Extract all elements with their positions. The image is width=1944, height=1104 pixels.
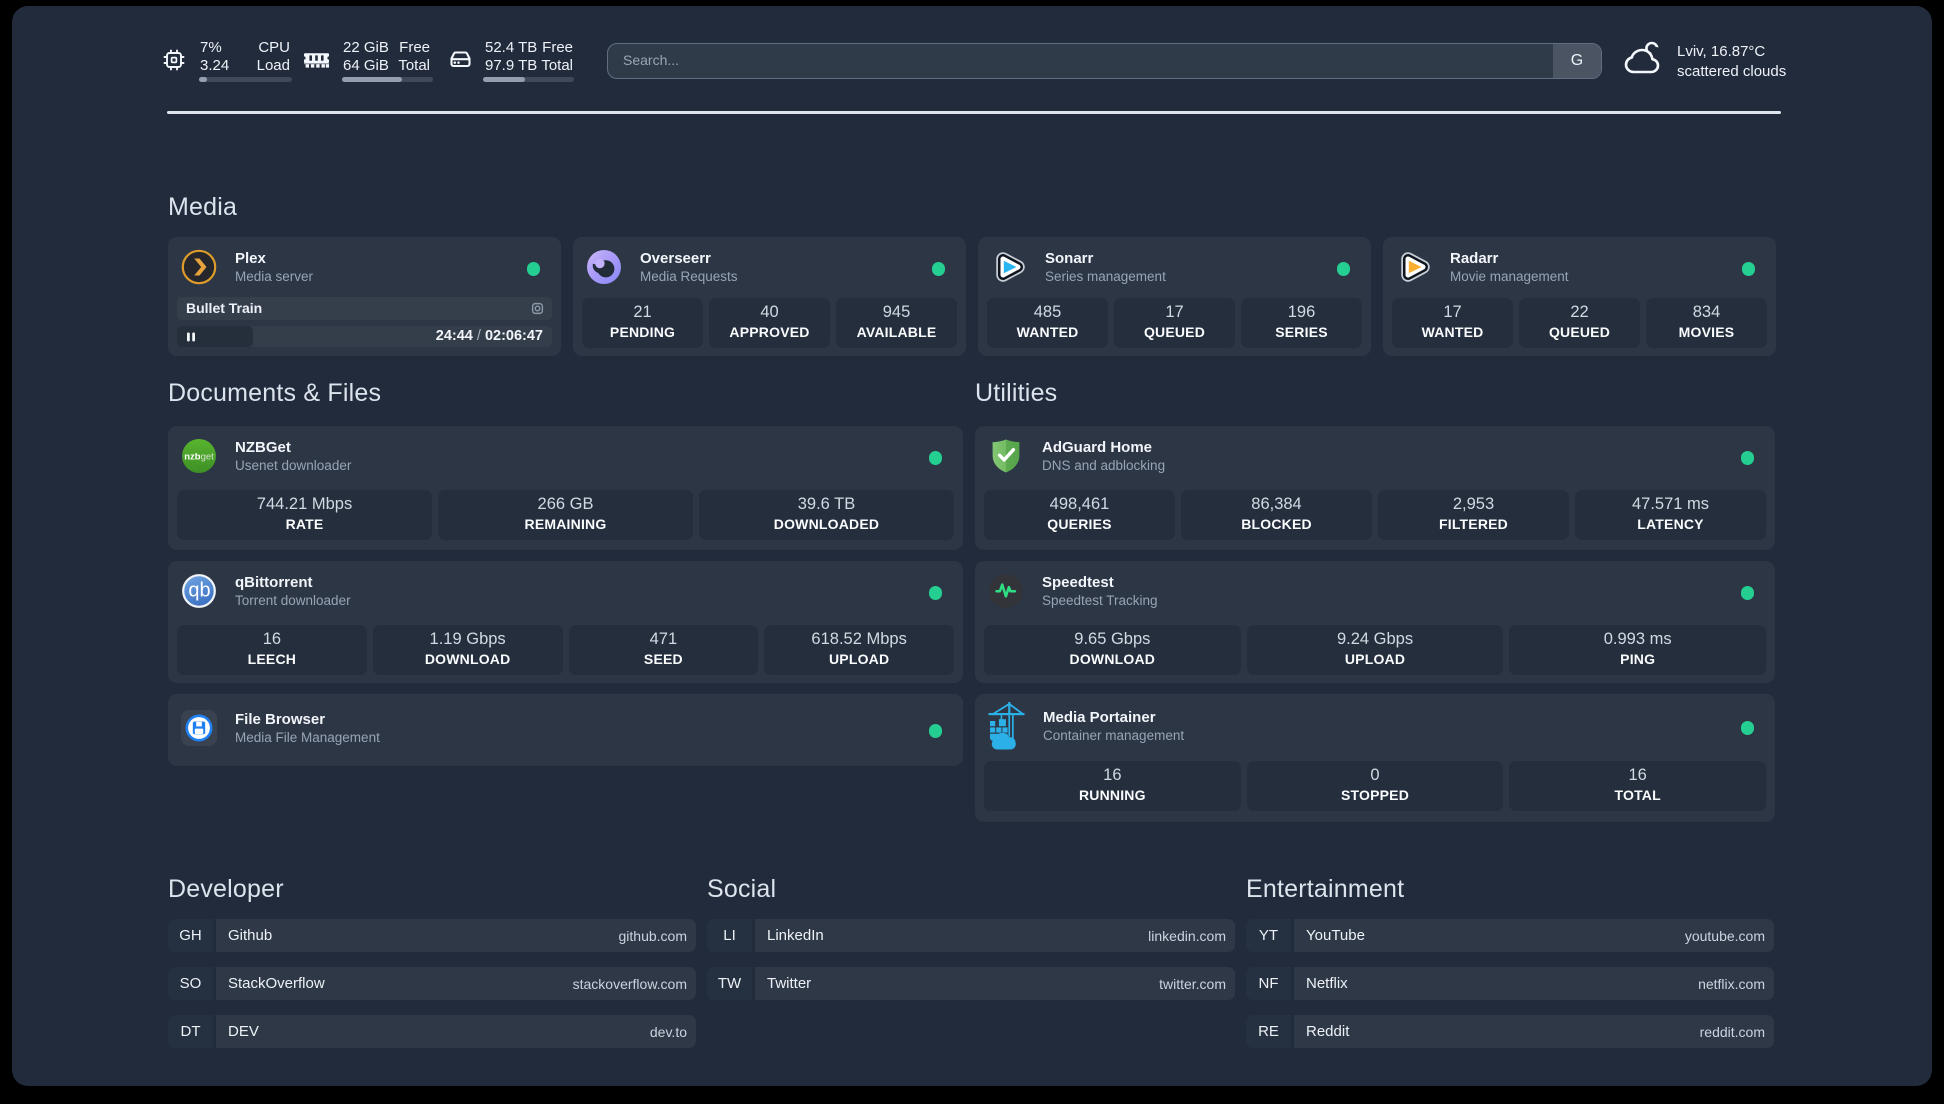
svg-text:nzbget: nzbget (184, 452, 214, 463)
svg-text:qb: qb (188, 580, 210, 602)
